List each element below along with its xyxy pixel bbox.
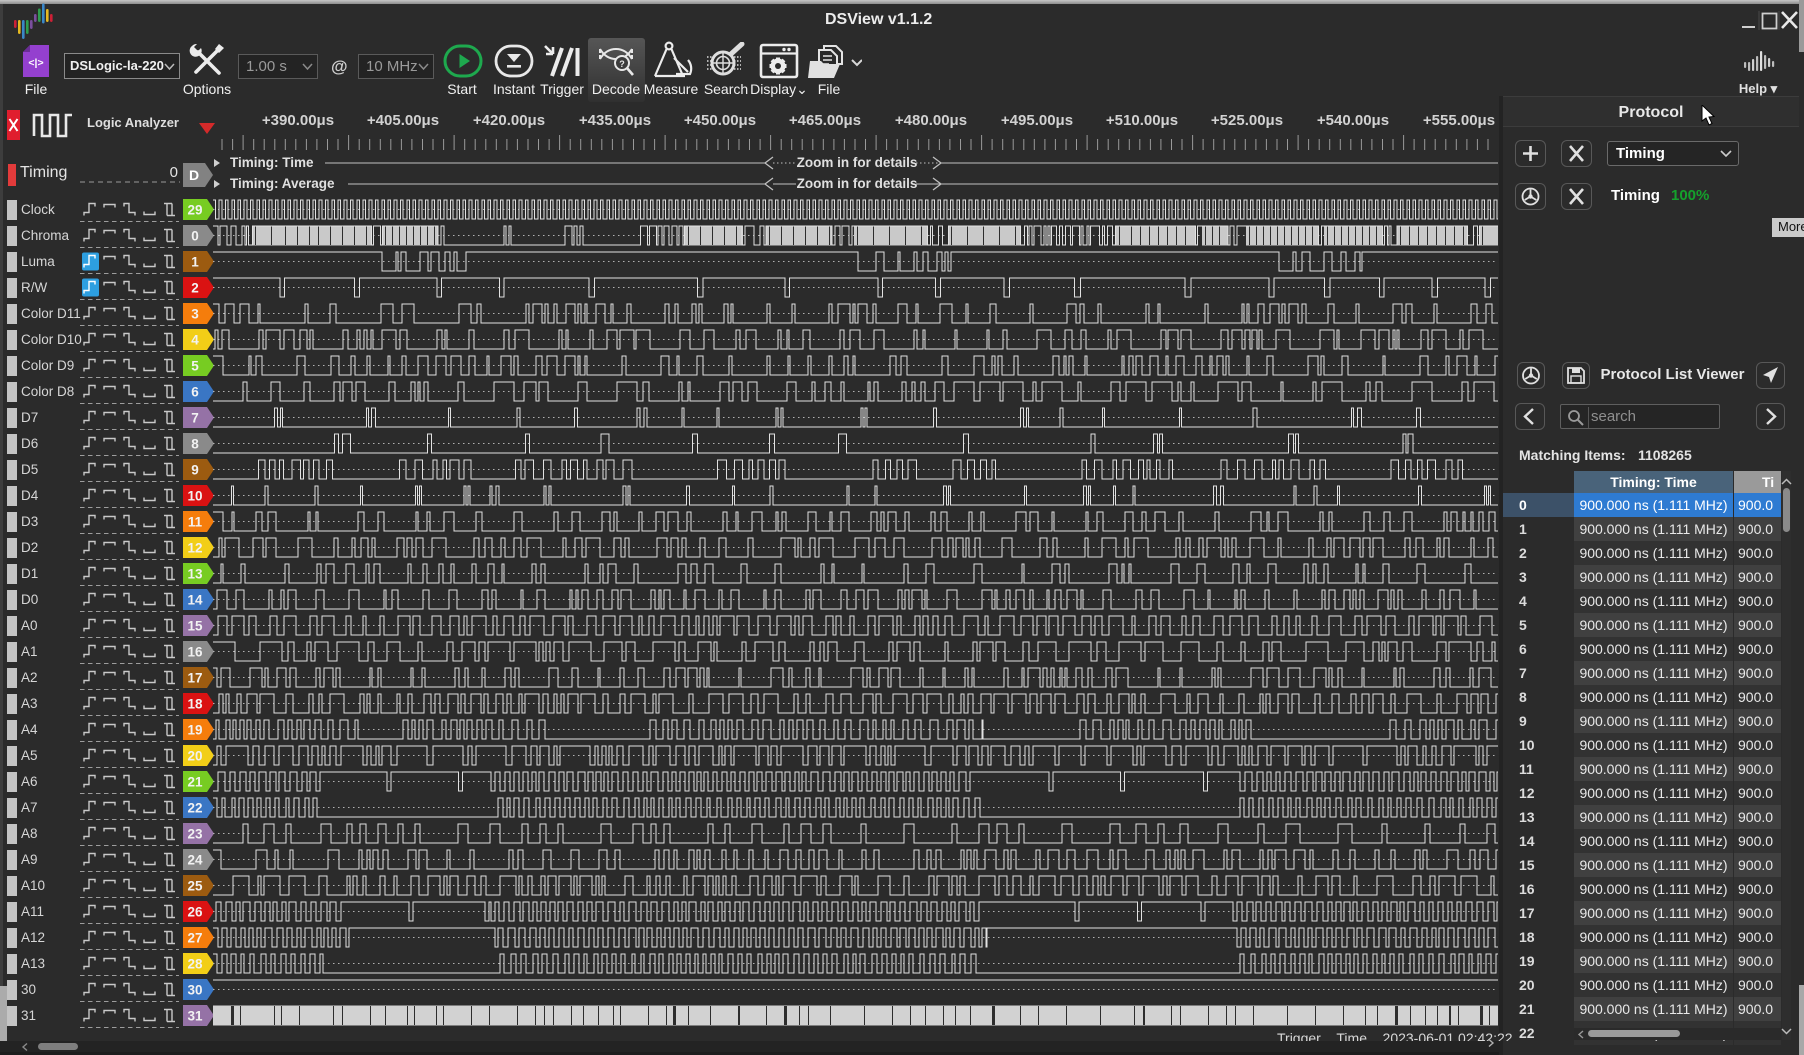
svg-text:22: 22 [187,801,202,816]
svg-text:D: D [189,167,199,183]
svg-text:1: 1 [191,255,199,270]
svg-text:0: 0 [191,229,199,244]
svg-text:18: 18 [187,697,203,712]
svg-text:Color D10: Color D10 [21,332,82,347]
svg-text:24: 24 [187,853,203,868]
svg-text:+420.00μs: +420.00μs [473,112,545,129]
svg-text:19: 19 [187,723,202,738]
svg-text:21: 21 [187,775,203,790]
svg-text:+480.00μs: +480.00μs [895,112,967,129]
svg-text:A7: A7 [21,800,38,815]
svg-text:+555.00μs: +555.00μs [1423,112,1495,129]
svg-text:Color D8: Color D8 [21,384,74,399]
svg-text:8: 8 [191,437,199,452]
svg-text:D4: D4 [21,488,39,503]
svg-text:11: 11 [188,515,203,530]
svg-text:D0: D0 [21,592,38,607]
svg-text:13: 13 [187,567,203,582]
svg-text:A10: A10 [21,878,45,893]
svg-text:A6: A6 [21,774,38,789]
svg-text:A13: A13 [21,956,45,971]
svg-text:?: ? [619,59,625,69]
svg-text:+525.00μs: +525.00μs [1211,112,1283,129]
svg-text:12: 12 [187,541,202,556]
svg-text:A4: A4 [21,722,38,737]
svg-text:3: 3 [191,307,199,322]
svg-text:Timing: Time: Timing: Time [230,155,314,170]
svg-text:26: 26 [187,905,203,920]
svg-text:Timing: Average: Timing: Average [230,176,335,191]
svg-text:Zoom in for details: Zoom in for details [797,176,918,191]
svg-text:30: 30 [187,983,202,998]
svg-text:Clock: Clock [21,202,55,217]
svg-text:+510.00μs: +510.00μs [1106,112,1178,129]
svg-text:25: 25 [187,879,203,894]
svg-text:31: 31 [21,1008,36,1023]
svg-text:Zoom in for details: Zoom in for details [797,155,918,170]
svg-text:17: 17 [187,671,202,686]
svg-text:15: 15 [187,619,203,634]
svg-text:A1: A1 [21,644,38,659]
svg-text:2: 2 [191,281,199,296]
svg-text:20: 20 [187,749,202,764]
svg-text:+465.00μs: +465.00μs [789,112,861,129]
svg-text:29: 29 [187,203,202,218]
svg-text:<|>: <|> [28,57,43,69]
svg-text:10: 10 [187,489,202,504]
svg-text:A3: A3 [21,696,38,711]
svg-text:+390.00μs: +390.00μs [262,112,334,129]
svg-text:A9: A9 [21,852,38,867]
svg-text:D7: D7 [21,410,38,425]
svg-text:30: 30 [21,982,36,997]
svg-text:16: 16 [187,645,203,660]
svg-text:4: 4 [191,333,199,348]
svg-text:D1: D1 [21,566,38,581]
svg-text:+450.00μs: +450.00μs [684,112,756,129]
svg-text:+495.00μs: +495.00μs [1001,112,1073,129]
svg-text:A5: A5 [21,748,38,763]
svg-text:R/W: R/W [21,280,48,295]
svg-text:A11: A11 [21,904,44,919]
svg-text:Luma: Luma [21,254,55,269]
svg-text:+435.00μs: +435.00μs [579,112,651,129]
svg-text:A12: A12 [21,930,45,945]
svg-text:5: 5 [191,359,199,374]
svg-text:9: 9 [191,463,199,478]
svg-text:+405.00μs: +405.00μs [367,112,439,129]
svg-text:D3: D3 [21,514,38,529]
svg-text:D6: D6 [21,436,38,451]
svg-text:14: 14 [187,593,203,608]
svg-text:27: 27 [187,931,202,946]
svg-text:+540.00μs: +540.00μs [1317,112,1389,129]
svg-text:A2: A2 [21,670,38,685]
svg-text:A8: A8 [21,826,38,841]
svg-text:7: 7 [191,411,199,426]
svg-text:Color D11: Color D11 [21,306,81,321]
svg-text:23: 23 [187,827,203,842]
svg-text:28: 28 [187,957,203,972]
svg-text:A0: A0 [21,618,38,633]
svg-text:31: 31 [187,1009,203,1024]
svg-text:D2: D2 [21,540,38,555]
svg-text:6: 6 [191,385,199,400]
svg-text:D5: D5 [21,462,38,477]
svg-text:Color D9: Color D9 [21,358,74,373]
svg-text:Chroma: Chroma [21,228,70,243]
